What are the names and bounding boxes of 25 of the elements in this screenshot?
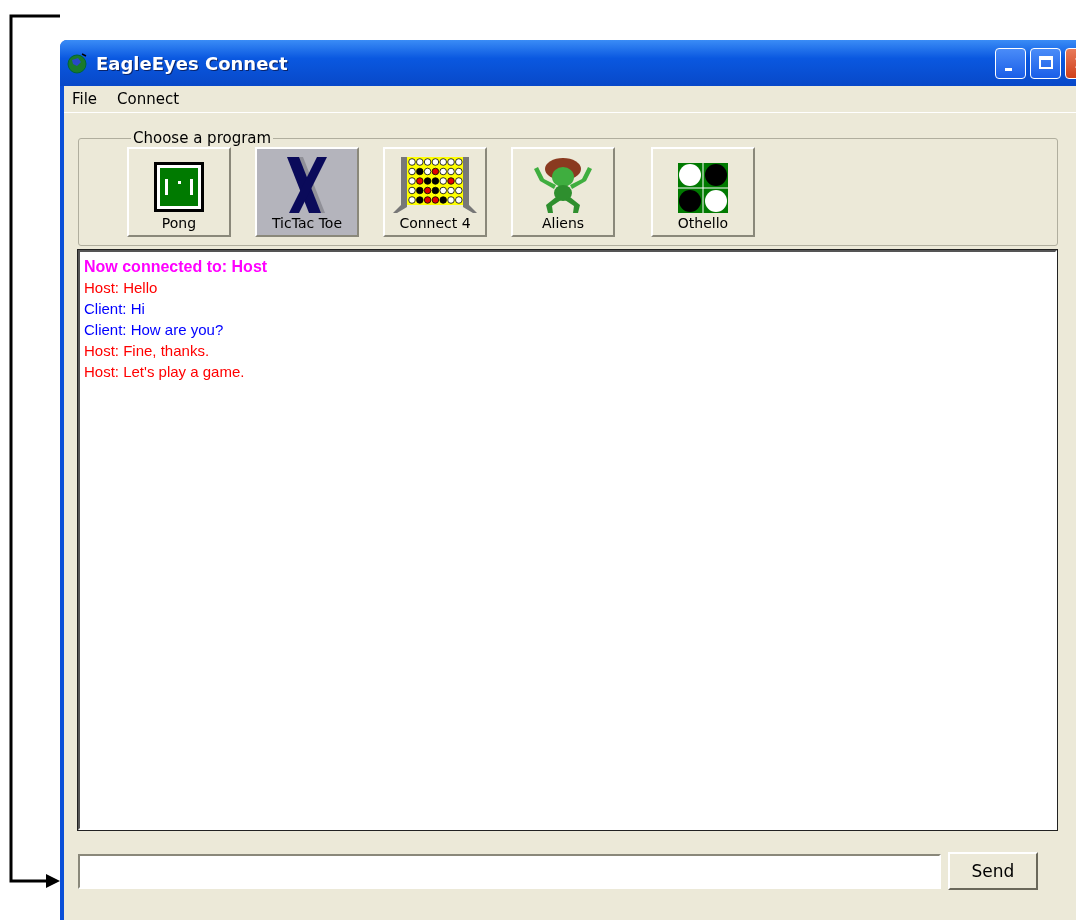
maximize-icon: [1037, 55, 1054, 71]
send-button[interactable]: Send: [948, 852, 1038, 890]
menu-item[interactable]: Connect: [117, 90, 180, 108]
program-button[interactable]: Connect 4: [383, 147, 487, 237]
globe-icon: [66, 52, 88, 74]
chat-message: Client: How are you?: [84, 320, 225, 340]
program-button[interactable]: Othello: [651, 147, 755, 237]
chat-message: Host: Fine, thanks.: [84, 341, 211, 361]
connect-four-icon: [393, 157, 477, 213]
maximize-button[interactable]: [1030, 47, 1061, 79]
pong-icon: [153, 161, 205, 213]
chat-message: Host: Let's play a game.: [84, 362, 246, 382]
program-button[interactable]: TicTac Toe: [255, 147, 359, 237]
group-label: Choose a program: [132, 129, 273, 147]
chat-message: Host: Hello: [84, 278, 159, 298]
chat-message: Now connected to: Host: [84, 257, 269, 277]
program-button[interactable]: Pong: [127, 147, 231, 237]
message-input[interactable]: [78, 853, 941, 889]
minimize-button[interactable]: [995, 47, 1026, 79]
program-button[interactable]: Aliens: [511, 147, 615, 237]
window-title: EagleEyes Connect: [96, 52, 288, 74]
chat-message: Client: Hi: [84, 299, 146, 319]
othello-icon: [678, 163, 728, 213]
minimize-icon: [1004, 67, 1012, 71]
menu-item[interactable]: File: [72, 90, 98, 108]
